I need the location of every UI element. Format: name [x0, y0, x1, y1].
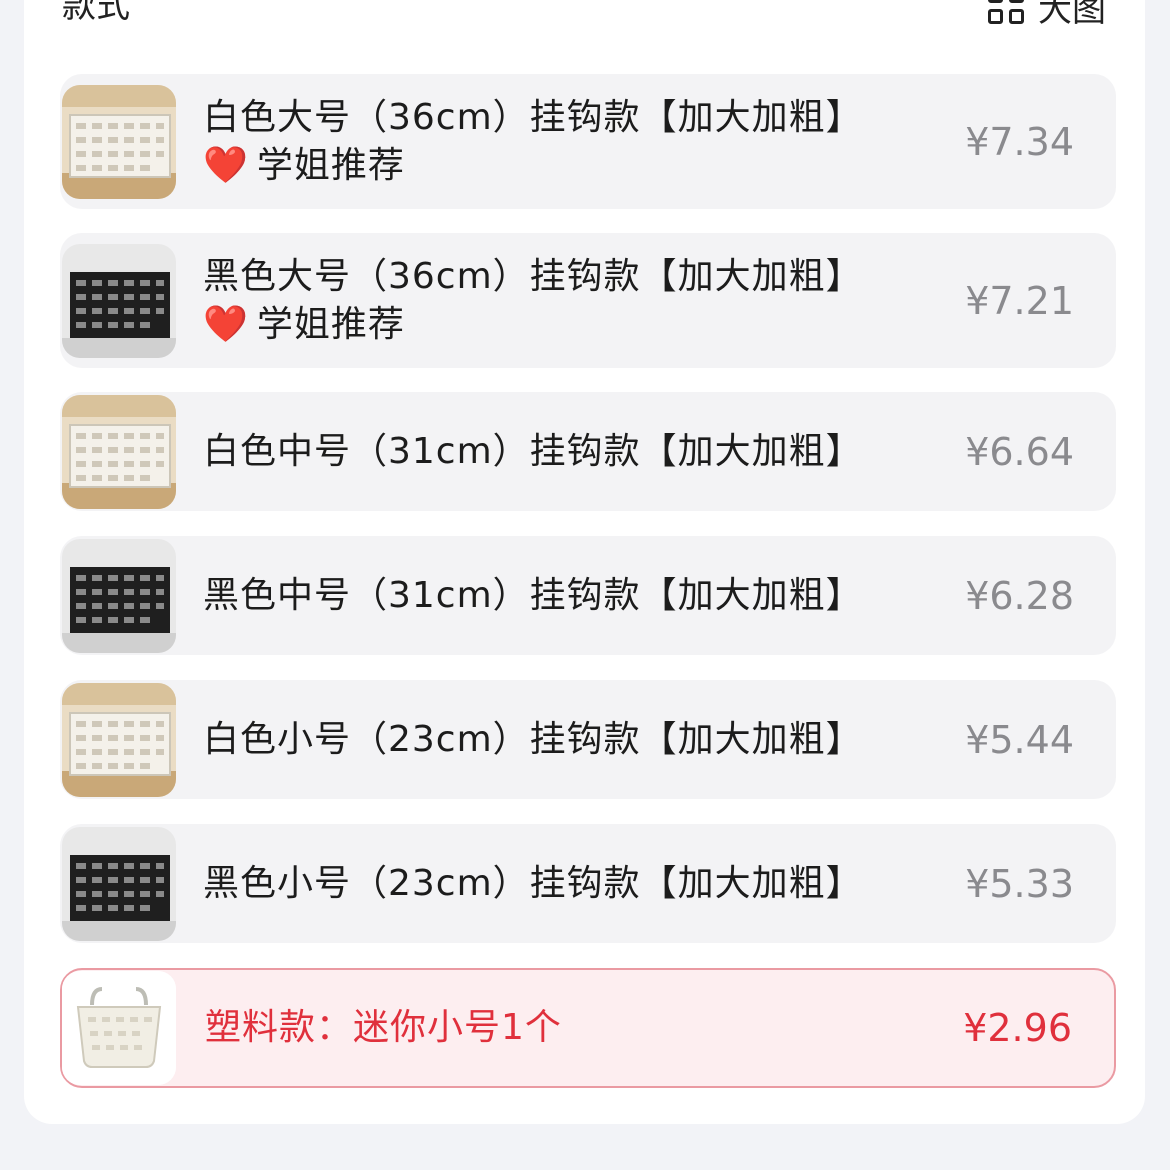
style-option-white-small[interactable]: 白色小号（23cm）挂钩款【加大加粗】 ¥5.44	[60, 680, 1116, 799]
product-thumbnail	[62, 826, 176, 941]
option-price: ¥2.96	[963, 1006, 1072, 1050]
option-price: ¥5.44	[965, 717, 1074, 762]
option-price: ¥5.33	[965, 861, 1074, 906]
product-thumbnail	[62, 243, 176, 358]
product-thumbnail	[62, 971, 176, 1085]
style-option-white-large[interactable]: 白色大号（36cm）挂钩款【加大加粗】 ❤️ 学姐推荐 ¥7.34	[60, 74, 1116, 209]
product-thumbnail	[62, 538, 176, 653]
product-thumbnail	[62, 394, 176, 509]
section-title: 款式	[62, 0, 130, 26]
heart-icon: ❤️	[203, 303, 249, 345]
style-option-black-medium[interactable]: 黑色中号（31cm）挂钩款【加大加粗】 ¥6.28	[60, 536, 1116, 655]
option-label-line2: ❤️ 学姐推荐	[203, 301, 863, 349]
option-label: 黑色小号（23cm）挂钩款【加大加粗】	[203, 862, 863, 904]
grid-icon	[988, 0, 1024, 24]
recommend-tag: 学姐推荐	[256, 303, 405, 345]
option-price: ¥7.21	[965, 278, 1074, 323]
option-price: ¥7.34	[965, 119, 1074, 164]
large-image-toggle[interactable]: 大图	[988, 0, 1106, 30]
style-option-plastic-mini[interactable]: 塑料款：迷你小号1个 ¥2.96	[60, 968, 1116, 1088]
option-label: 白色大号（36cm）挂钩款【加大加粗】 ❤️ 学姐推荐	[203, 94, 863, 190]
option-price: ¥6.64	[965, 429, 1074, 474]
product-thumbnail	[62, 84, 176, 199]
style-option-white-medium[interactable]: 白色中号（31cm）挂钩款【加大加粗】 ¥6.64	[60, 392, 1116, 511]
option-label-line1: 黑色大号（36cm）挂钩款【加大加粗】	[203, 255, 863, 297]
option-price: ¥6.28	[965, 573, 1074, 618]
style-option-black-large[interactable]: 黑色大号（36cm）挂钩款【加大加粗】 ❤️ 学姐推荐 ¥7.21	[60, 233, 1116, 368]
heart-icon: ❤️	[203, 144, 249, 186]
style-option-black-small[interactable]: 黑色小号（23cm）挂钩款【加大加粗】 ¥5.33	[60, 824, 1116, 943]
option-label-line1: 白色大号（36cm）挂钩款【加大加粗】	[203, 96, 863, 138]
option-label: 黑色大号（36cm）挂钩款【加大加粗】 ❤️ 学姐推荐	[203, 253, 863, 349]
large-image-label: 大图	[1038, 0, 1106, 30]
style-option-list: 白色大号（36cm）挂钩款【加大加粗】 ❤️ 学姐推荐 ¥7.34 黑色大号（36…	[60, 74, 1116, 1088]
product-thumbnail	[62, 682, 176, 797]
option-label: 白色中号（31cm）挂钩款【加大加粗】	[203, 430, 863, 472]
recommend-tag: 学姐推荐	[256, 144, 405, 186]
option-label: 白色小号（23cm）挂钩款【加大加粗】	[203, 718, 863, 760]
option-label: 黑色中号（31cm）挂钩款【加大加粗】	[203, 574, 863, 616]
option-label: 塑料款：迷你小号1个	[205, 1007, 562, 1048]
option-label-line2: ❤️ 学姐推荐	[203, 142, 863, 190]
